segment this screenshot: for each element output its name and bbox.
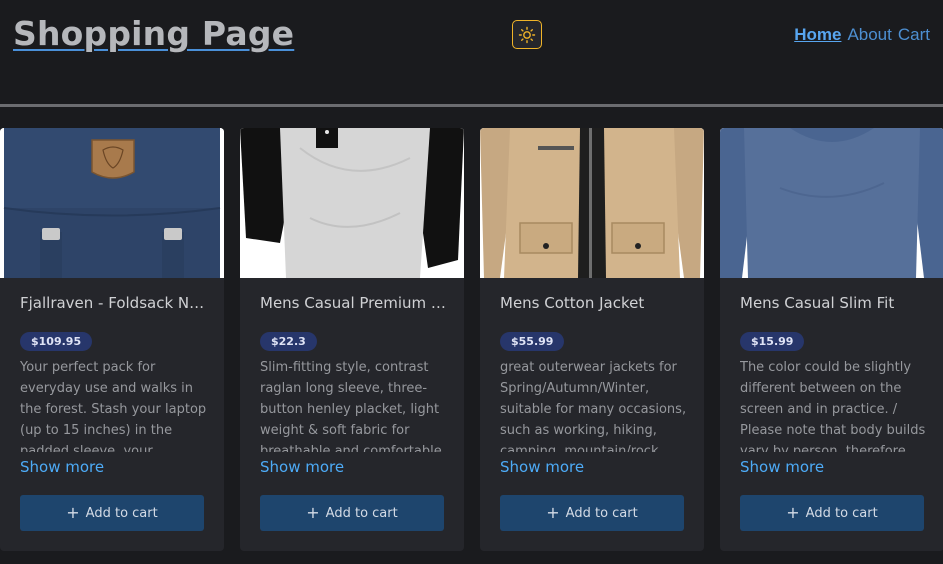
- add-to-cart-button[interactable]: + Add to cart: [740, 495, 924, 531]
- product-image-jacket[interactable]: [480, 128, 704, 278]
- nav-home-link[interactable]: Home: [794, 25, 841, 45]
- product-image-raglan-shirt[interactable]: [240, 128, 464, 278]
- main-nav: Home About Cart: [794, 25, 930, 45]
- plus-icon: +: [786, 503, 800, 522]
- product-grid: Fjallraven - Foldsack No. 1 Backpack, Fi…: [0, 128, 943, 551]
- price-badge: $15.99: [740, 332, 805, 351]
- theme-toggle-button[interactable]: [512, 20, 542, 49]
- product-title: Mens Casual Premium Slim Fit T-Shirts: [260, 294, 450, 312]
- product-title: Mens Cotton Jacket: [500, 294, 645, 312]
- slim-shirt-image: [720, 128, 943, 278]
- plus-icon: +: [546, 503, 560, 522]
- product-description: Your perfect pack for everyday use and w…: [20, 360, 207, 452]
- plus-icon: +: [306, 503, 320, 522]
- show-more-link[interactable]: Show more: [260, 458, 344, 476]
- add-to-cart-label: Add to cart: [805, 505, 878, 521]
- add-to-cart-label: Add to cart: [85, 505, 158, 521]
- show-more-link[interactable]: Show more: [20, 458, 104, 476]
- price-badge: $109.95: [20, 332, 93, 351]
- raglan-shirt-image: [240, 128, 464, 278]
- plus-icon: +: [66, 503, 80, 522]
- product-card: Mens Casual Premium Slim Fit T-Shirts $2…: [240, 128, 464, 551]
- product-title: Mens Casual Slim Fit: [740, 294, 895, 312]
- show-more-link[interactable]: Show more: [500, 458, 584, 476]
- nav-about-link[interactable]: About: [847, 25, 891, 45]
- header: Shopping Page Home About Cart: [0, 0, 943, 104]
- site-title[interactable]: Shopping Page: [13, 14, 294, 53]
- product-title: Fjallraven - Foldsack No. 1 Backpack, Fi…: [20, 294, 210, 312]
- product-card: Fjallraven - Foldsack No. 1 Backpack, Fi…: [0, 128, 224, 551]
- add-to-cart-button[interactable]: + Add to cart: [500, 495, 684, 531]
- header-divider: [0, 104, 943, 107]
- product-card: Mens Casual Slim Fit $15.99 The color co…: [720, 128, 943, 551]
- sun-icon: [518, 26, 536, 43]
- add-to-cart-button[interactable]: + Add to cart: [260, 495, 444, 531]
- add-to-cart-label: Add to cart: [565, 505, 638, 521]
- product-image-slim-shirt[interactable]: [720, 128, 943, 278]
- product-description: great outerwear jackets for Spring/Autum…: [500, 360, 687, 452]
- product-image-backpack[interactable]: [0, 128, 224, 278]
- backpack-image: [0, 128, 224, 278]
- show-more-link[interactable]: Show more: [740, 458, 824, 476]
- jacket-image: [480, 128, 704, 278]
- product-description: Slim-fitting style, contrast raglan long…: [260, 360, 442, 452]
- product-description: The color could be slightly different be…: [740, 360, 926, 452]
- add-to-cart-button[interactable]: + Add to cart: [20, 495, 204, 531]
- product-card: Mens Cotton Jacket $55.99 great outerwea…: [480, 128, 704, 551]
- nav-cart-link[interactable]: Cart: [898, 25, 930, 45]
- price-badge: $22.3: [260, 332, 317, 351]
- price-badge: $55.99: [500, 332, 565, 351]
- add-to-cart-label: Add to cart: [325, 505, 398, 521]
